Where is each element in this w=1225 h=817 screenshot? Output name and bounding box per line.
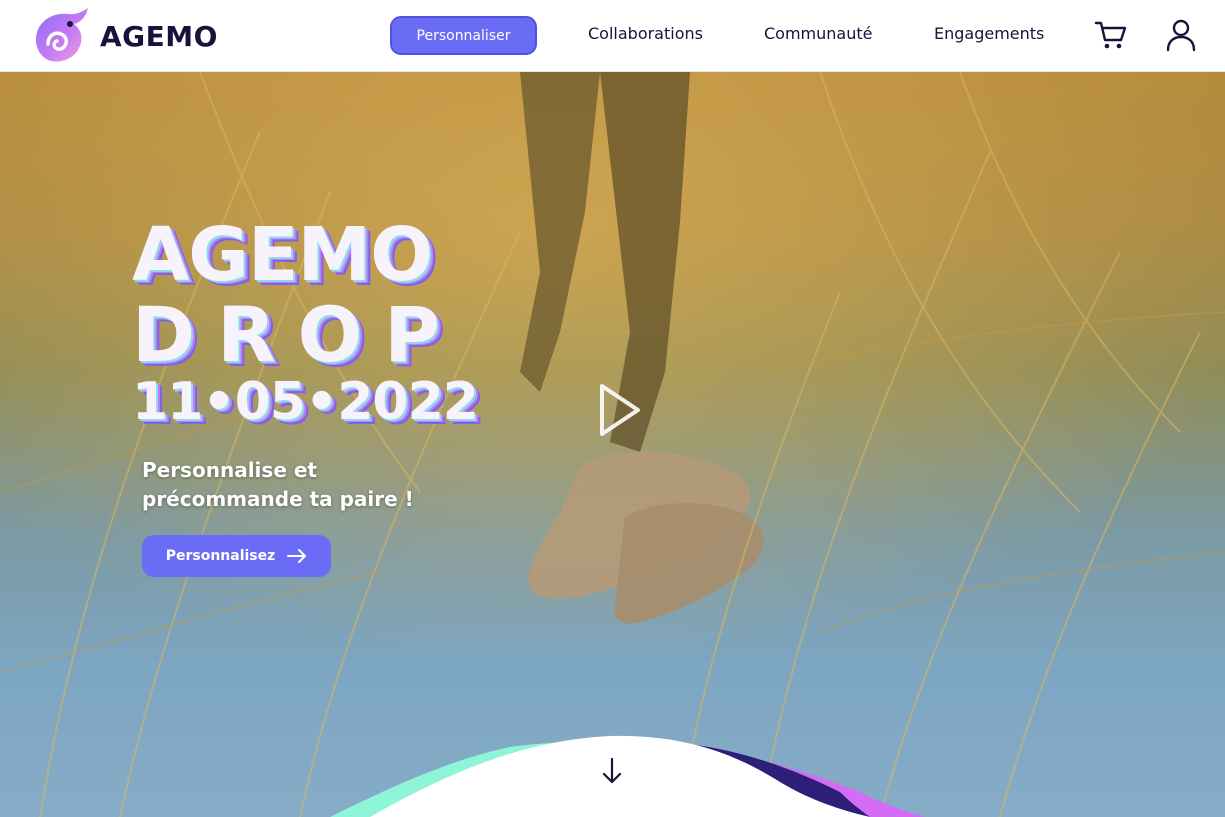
- nav-item-collaborations[interactable]: Collaborations: [588, 24, 703, 43]
- nav-item-communaute[interactable]: Communauté: [764, 24, 872, 43]
- personnalisez-button[interactable]: Personnalisez: [142, 535, 331, 577]
- hero-subtitle-line1: Personnalise et: [142, 458, 317, 482]
- site-header: AGEMO Personnaliser Collaborations Commu…: [0, 0, 1225, 72]
- arrow-down-icon[interactable]: [598, 756, 626, 786]
- personnaliser-button[interactable]: Personnaliser: [390, 16, 537, 55]
- hero-background-photo: [0, 72, 1225, 817]
- hero-title-drop: DROP: [132, 290, 462, 379]
- chameleon-logo-icon: [36, 8, 88, 62]
- cart-icon[interactable]: [1094, 18, 1128, 52]
- hero-title: AGEMO DROP 11•05•2022: [132, 212, 492, 442]
- brand-name: AGEMO: [100, 19, 218, 53]
- hero-subtitle-line2: précommande ta paire !: [142, 487, 414, 511]
- personnalisez-button-label: Personnalisez: [165, 548, 276, 564]
- nav-item-engagements[interactable]: Engagements: [934, 24, 1044, 43]
- arrow-right-icon: [287, 549, 307, 563]
- hero-section: AGEMO DROP 11•05•2022 Personnalise et pr…: [0, 72, 1225, 817]
- hero-drop-date: 11•05•2022: [132, 372, 479, 432]
- play-icon[interactable]: [592, 380, 644, 440]
- hero-title-agemo: AGEMO: [132, 212, 433, 298]
- brand-logo[interactable]: AGEMO: [28, 6, 228, 66]
- hero-subtitle: Personnalise et précommande ta paire !: [142, 456, 462, 514]
- user-icon[interactable]: [1164, 18, 1198, 52]
